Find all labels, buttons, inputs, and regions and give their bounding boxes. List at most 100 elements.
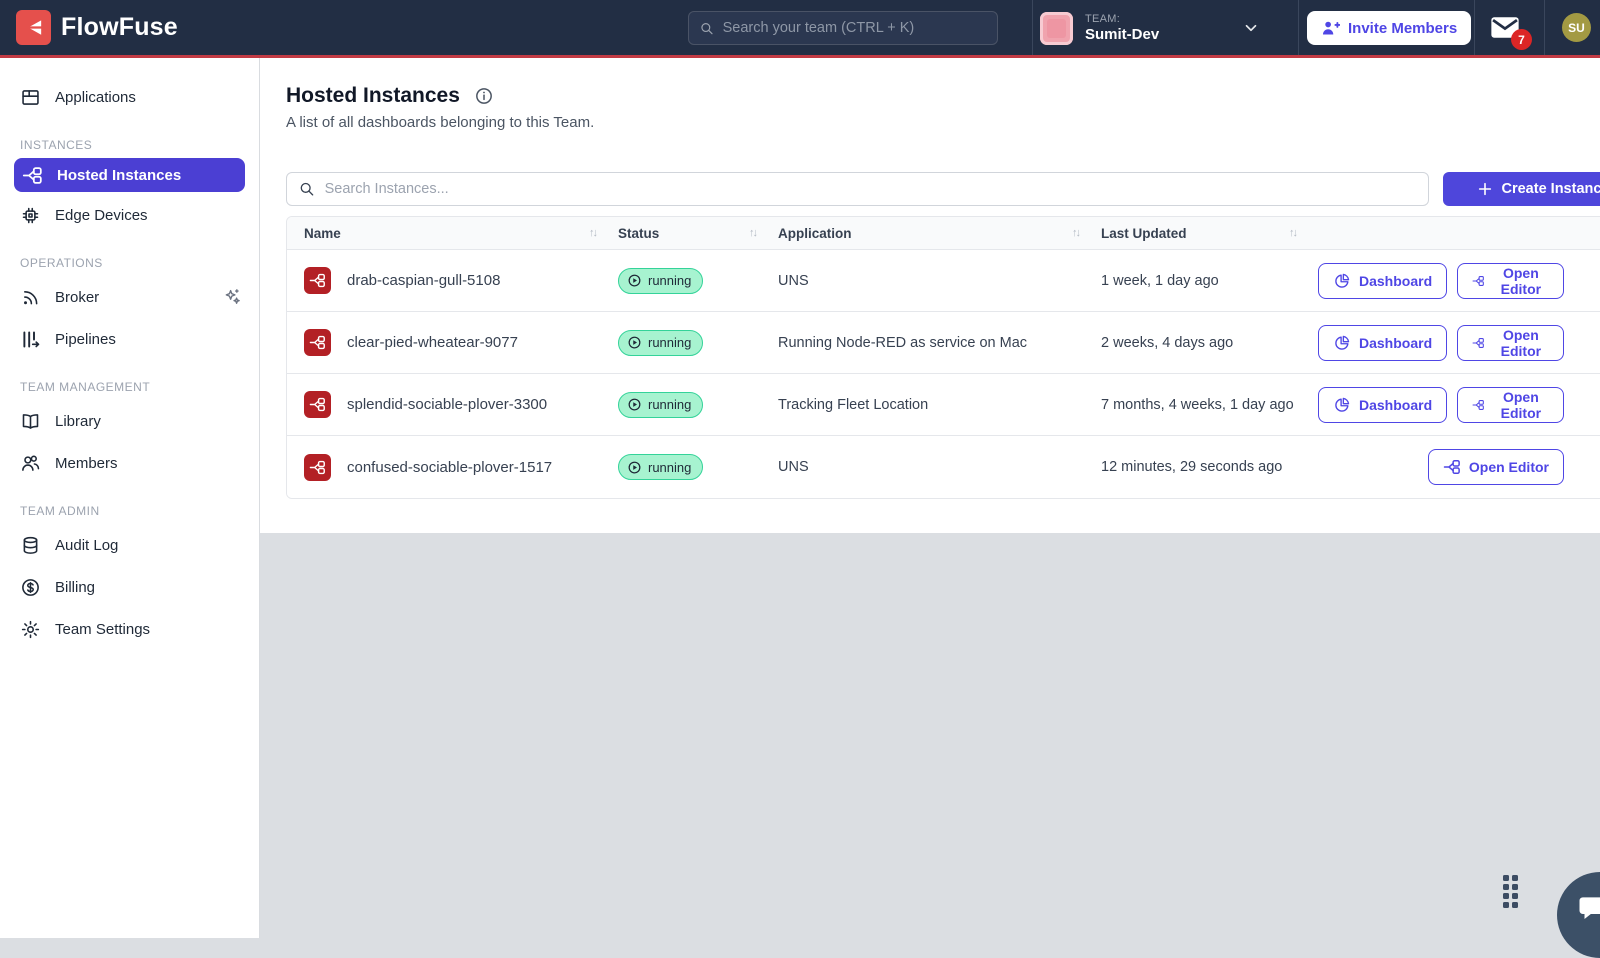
plus-icon [1477, 181, 1493, 197]
dashboard-button[interactable]: Dashboard [1318, 263, 1447, 299]
last-updated: 7 months, 4 weeks, 1 day ago [1101, 397, 1318, 413]
sidebar-item-audit-log[interactable]: Audit Log [0, 524, 259, 566]
sidebar-item-library[interactable]: Library [0, 400, 259, 442]
status-badge: running [618, 268, 703, 294]
open-editor-button[interactable]: Open Editor [1457, 387, 1564, 423]
sort-icon[interactable]: ↑↓ [1072, 227, 1079, 239]
sidebar-item-applications[interactable]: Applications [0, 76, 259, 118]
table-row[interactable]: confused-sociable-plover-1517 running UN… [287, 436, 1600, 498]
sidebar-item-team-settings[interactable]: Team Settings [0, 608, 259, 650]
table-row[interactable]: splendid-sociable-plover-3300 running Tr… [287, 374, 1600, 436]
instances-search[interactable] [286, 172, 1429, 206]
search-icon [298, 180, 316, 198]
table-row[interactable]: clear-pied-wheatear-9077 running Running… [287, 312, 1600, 374]
brand-name: FlowFuse [61, 13, 178, 42]
users-icon [20, 453, 41, 474]
sidebar-item-edge-devices[interactable]: Edge Devices [0, 194, 259, 236]
page-title: Hosted Instances [286, 84, 460, 108]
application-name: Running Node-RED as service on Mac [778, 335, 1101, 351]
sidebar-section-instances: INSTANCES [0, 138, 259, 152]
dashboard-button[interactable]: Dashboard [1318, 387, 1447, 423]
last-updated: 1 week, 1 day ago [1101, 273, 1318, 289]
node-red-icon [304, 391, 331, 418]
user-avatar[interactable]: SU [1562, 13, 1591, 42]
sidebar: Applications INSTANCES Hosted Instances … [0, 58, 260, 938]
sort-icon[interactable]: ↑↓ [749, 227, 756, 239]
column-header-name[interactable]: Name↑↓ [304, 226, 618, 241]
application-name: Tracking Fleet Location [778, 397, 1101, 413]
open-editor-button[interactable]: Open Editor [1457, 263, 1564, 299]
sort-icon[interactable]: ↑↓ [1289, 227, 1296, 239]
instance-icon [1472, 334, 1485, 352]
sidebar-item-hosted-instances[interactable]: Hosted Instances [14, 158, 245, 192]
divider [1544, 0, 1545, 55]
last-updated: 2 weeks, 4 days ago [1101, 335, 1318, 351]
invite-members-button[interactable]: Invite Members [1307, 11, 1471, 45]
status-badge: running [618, 454, 703, 480]
sidebar-section-operations: OPERATIONS [0, 256, 259, 270]
page-subtitle: A list of all dashboards belonging to th… [286, 114, 594, 131]
team-search-input[interactable] [723, 20, 987, 36]
instances-search-input[interactable] [325, 181, 1417, 197]
node-red-icon [304, 454, 331, 481]
application-name: UNS [778, 273, 1101, 289]
play-circle-icon [627, 460, 642, 475]
last-updated: 12 minutes, 29 seconds ago [1101, 459, 1318, 475]
instance-name: confused-sociable-plover-1517 [347, 459, 552, 476]
team-avatar [1040, 12, 1073, 45]
notifications-button[interactable]: 7 [1490, 15, 1524, 43]
info-icon[interactable] [474, 86, 494, 106]
top-navbar: FlowFuse TEAM: Sumit-Dev Invite Members … [0, 0, 1600, 58]
sort-icon[interactable]: ↑↓ [589, 227, 596, 239]
node-red-icon [304, 267, 331, 294]
sidebar-section-team-admin: TEAM ADMIN [0, 504, 259, 518]
sidebar-item-billing[interactable]: Billing [0, 566, 259, 608]
book-icon [20, 411, 41, 432]
main-content: Hosted Instances A list of all dashboard… [260, 58, 1600, 938]
team-switcher[interactable]: TEAM: Sumit-Dev [1040, 8, 1290, 48]
instance-icon [22, 165, 43, 186]
sidebar-item-members[interactable]: Members [0, 442, 259, 484]
status-badge: running [618, 330, 703, 356]
application-name: UNS [778, 459, 1101, 475]
chat-drag-handle[interactable] [1503, 875, 1518, 908]
create-instance-button[interactable]: Create Instance [1443, 172, 1600, 206]
play-circle-icon [627, 397, 642, 412]
sidebar-item-pipelines[interactable]: Pipelines [0, 318, 259, 360]
divider [1032, 0, 1033, 55]
chat-bubble-icon [1572, 889, 1600, 929]
sidebar-section-team-management: TEAM MANAGEMENT [0, 380, 259, 394]
database-icon [20, 535, 41, 556]
pipelines-icon [20, 329, 41, 350]
notification-badge: 7 [1511, 29, 1532, 50]
team-label: TEAM: [1085, 13, 1159, 25]
divider [1298, 0, 1299, 55]
instances-table: Name↑↓ Status↑↓ Application↑↓ Last Updat… [286, 216, 1600, 499]
sidebar-item-broker[interactable]: Broker [0, 276, 259, 318]
chevron-down-icon [1242, 19, 1260, 37]
chip-icon [20, 205, 41, 226]
broadcast-icon [20, 287, 41, 308]
search-icon [699, 20, 715, 37]
instance-name: clear-pied-wheatear-9077 [347, 334, 518, 351]
table-header: Name↑↓ Status↑↓ Application↑↓ Last Updat… [287, 217, 1600, 250]
pie-chart-icon [1333, 272, 1351, 290]
table-row[interactable]: drab-caspian-gull-5108 running UNS 1 wee… [287, 250, 1600, 312]
instance-icon [1472, 396, 1485, 414]
pie-chart-icon [1333, 334, 1351, 352]
team-name: Sumit-Dev [1085, 26, 1159, 43]
sparkles-icon [221, 286, 243, 308]
column-header-status[interactable]: Status↑↓ [618, 226, 778, 241]
column-header-last-updated[interactable]: Last Updated↑↓ [1101, 226, 1318, 241]
instance-icon [1472, 272, 1485, 290]
flowfuse-logo-icon [16, 10, 51, 45]
team-search[interactable] [688, 11, 998, 45]
brand[interactable]: FlowFuse [16, 10, 178, 45]
open-editor-button[interactable]: Open Editor [1457, 325, 1564, 361]
play-circle-icon [627, 273, 642, 288]
open-editor-button[interactable]: Open Editor [1428, 449, 1564, 485]
divider [1474, 0, 1475, 55]
applications-icon [20, 87, 41, 108]
column-header-application[interactable]: Application↑↓ [778, 226, 1101, 241]
dashboard-button[interactable]: Dashboard [1318, 325, 1447, 361]
